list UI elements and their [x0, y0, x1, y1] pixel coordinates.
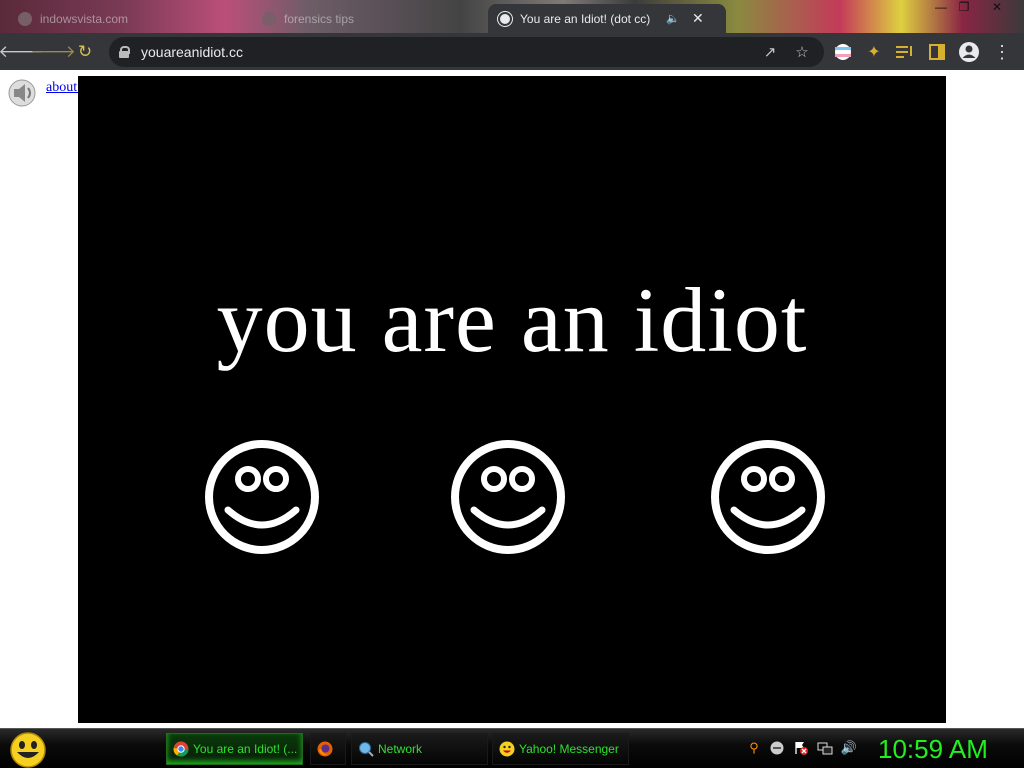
volume-icon[interactable]: 🔊	[840, 739, 858, 757]
headline-text: you are an idiot	[216, 269, 808, 371]
task-you-are-an-idiot[interactable]: You are an Idiot! (...	[166, 733, 303, 765]
action-center-flag-icon[interactable]	[792, 739, 810, 757]
tab-forensics[interactable]: forensics tips	[262, 4, 462, 33]
flash-stage[interactable]: you are an idiot	[78, 76, 946, 723]
task-network[interactable]: Network	[351, 733, 488, 765]
restore-icon[interactable]: ❐	[953, 0, 975, 14]
star-icon[interactable]: ☆	[791, 41, 813, 63]
tab-title: You are an Idiot! (dot cc)	[520, 11, 651, 26]
firefox-icon	[317, 741, 333, 757]
search-icon[interactable]: ⚲	[745, 739, 763, 757]
address-bar[interactable]: youareanidiot.cc	[109, 37, 824, 67]
side-panel-icon[interactable]	[925, 40, 949, 64]
forward-button[interactable]: 🡒	[30, 36, 76, 68]
smiley-face-icon	[711, 440, 825, 554]
close-tab-icon[interactable]: ✕	[692, 10, 704, 27]
reload-icon: ↻	[77, 41, 93, 61]
tab-favicon	[18, 11, 32, 26]
network-icon	[358, 741, 374, 757]
speaker-icon[interactable]	[8, 78, 40, 108]
media-queue-icon[interactable]	[893, 40, 917, 64]
task-label: Network	[378, 742, 423, 756]
task-firefox[interactable]	[310, 733, 346, 765]
network-tray-icon[interactable]	[816, 739, 834, 757]
chrome-icon	[173, 741, 189, 757]
lock-icon	[119, 46, 130, 58]
messenger-tray-icon[interactable]	[768, 739, 786, 757]
speaker-icon[interactable]: 🔈	[666, 12, 680, 25]
puzzle-icon[interactable]: ✦	[862, 40, 886, 64]
tab-vista[interactable]: indowsvista.com	[18, 4, 218, 33]
tab-title: forensics tips	[284, 11, 355, 26]
url-text: youareanidiot.cc	[141, 44, 243, 60]
tab-favicon	[262, 11, 276, 26]
share-icon[interactable]: ↗	[759, 41, 781, 63]
kebab-menu-icon[interactable]: ⋮	[990, 40, 1014, 64]
minimize-icon[interactable]: —	[930, 0, 952, 14]
smiley-face-icon	[451, 440, 565, 554]
taskbar: You are an Idiot! (... Network Yahoo! Me…	[0, 728, 1024, 768]
tab-you-are-an-idiot[interactable]: You are an Idiot! (dot cc) 🔈 ✕	[488, 4, 726, 33]
clock[interactable]: 10:59 AM	[878, 734, 988, 765]
tab-title: indowsvista.com	[40, 11, 129, 26]
smiley-favicon-icon	[498, 11, 512, 26]
page-content: about blank you are an idiot	[0, 70, 1024, 728]
task-yahoo-messenger[interactable]: Yahoo! Messenger	[492, 733, 629, 765]
profile-avatar-icon[interactable]	[957, 40, 981, 64]
start-button-smiley-icon[interactable]	[8, 731, 48, 769]
extension-flag-icon[interactable]	[831, 40, 855, 64]
task-label: Yahoo! Messenger	[519, 742, 619, 756]
tab-strip: indowsvista.com forensics tips You are a…	[0, 0, 1024, 33]
smiley-face-icon	[205, 440, 319, 554]
yahoo-messenger-icon	[499, 741, 515, 757]
task-label: You are an Idiot! (...	[193, 742, 298, 756]
close-window-icon[interactable]: ✕	[986, 0, 1008, 14]
reload-button[interactable]: ↻	[69, 36, 101, 68]
